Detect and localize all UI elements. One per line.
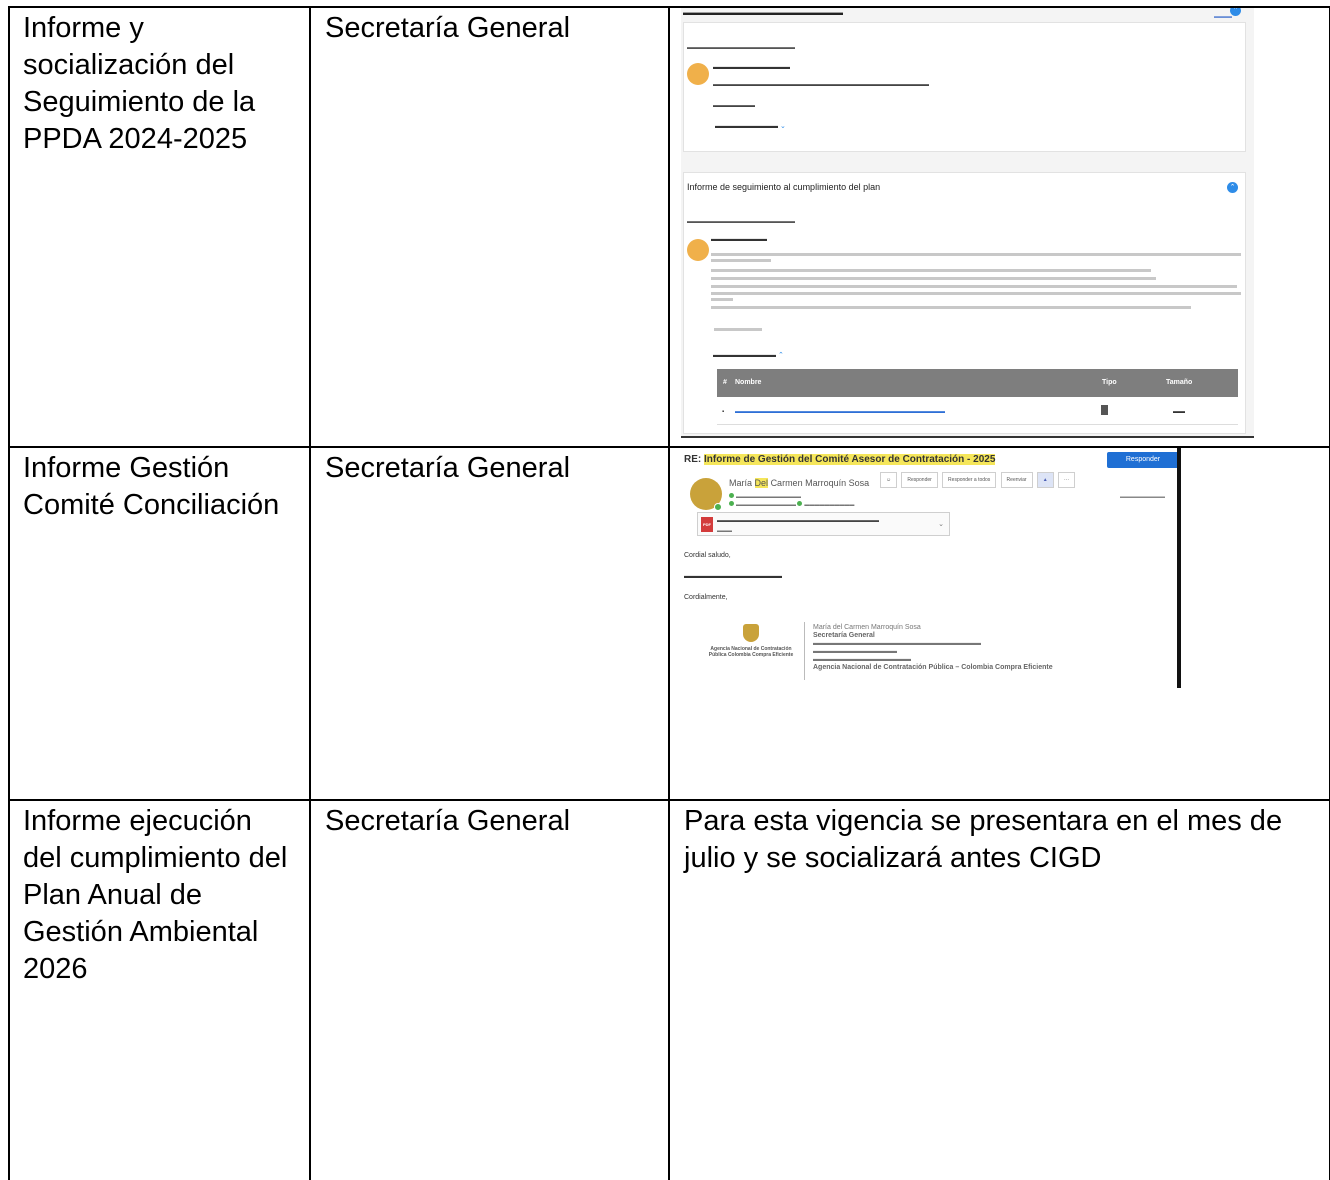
divider (681, 436, 1254, 438)
signature-name: María del Carmen Marroquín Sosa (813, 624, 921, 631)
update-context-blurred: ▬▬▬▬▬▬▬▬▬▬▬▬▬▬▬▬▬▬ (687, 45, 795, 51)
update-text-blurred: ▬▬▬▬▬▬▬▬▬▬▬▬▬▬▬▬▬▬▬▬▬▬▬▬▬▬▬▬▬▬▬▬▬▬▬▬ (713, 82, 929, 88)
email-body-blurred: ▬▬▬▬▬▬▬▬▬▬▬▬▬▬ (684, 573, 782, 580)
description-line-blurred (711, 277, 1156, 280)
chevron-down-icon[interactable]: ⌄ (938, 520, 944, 530)
description-line-blurred (711, 253, 1241, 256)
column-type: Tipo (1102, 379, 1117, 386)
attachment-size-blurred: ▬▬▬ (717, 528, 732, 534)
report-cell: Informe y socialización del Seguimiento … (8, 6, 311, 448)
signature-line-blurred: ▬▬▬▬▬▬▬▬▬▬▬▬ (813, 648, 897, 655)
column-size: Tamaño (1166, 379, 1193, 386)
teams-icon[interactable]: ▲ (1036, 472, 1054, 488)
email-date-blurred: ▬▬▬▬▬▬▬▬▬ (1120, 494, 1165, 500)
update-card: ▬▬▬▬▬▬▬▬▬▬▬▬▬▬▬▬▬▬ ▬▬▬▬▬▬▬▬▬▬▬ ▬▬▬▬▬▬▬▬▬… (683, 22, 1246, 152)
responsible-name: Secretaría General (325, 452, 571, 484)
user-avatar (687, 239, 709, 261)
signature-line-blurred: ▬▬▬▬▬▬▬▬▬▬▬▬▬▬ (813, 656, 911, 663)
email-greeting: Cordial saludo, (684, 552, 731, 559)
email-screenshot: RE: Informe de Gestión del Comité Asesor… (681, 448, 1181, 688)
agency-logo: Agencia Nacional de Contratación Pública… (701, 624, 801, 674)
table-row: Informe Gestión Comité Conciliación Secr… (8, 446, 1330, 801)
report-name: Informe Gestión Comité Conciliación (23, 452, 280, 521)
forward-action[interactable]: Reenviar (1000, 472, 1033, 488)
user-avatar (687, 63, 709, 85)
coat-of-arms-icon (743, 624, 759, 642)
author-name-blurred: ▬▬▬▬▬▬▬▬▬▬▬ (713, 64, 790, 71)
email-closing: Cordialmente, (684, 594, 728, 601)
description-line-blurred (711, 269, 1151, 272)
signature-divider (804, 622, 805, 680)
report-name: Informe y socialización del Seguimiento … (23, 12, 256, 155)
presence-indicator (714, 503, 722, 511)
evidence-text: Para esta vigencia se presentara en el m… (684, 805, 1283, 874)
pdf-file-icon: PDF (701, 517, 713, 532)
responsible-name: Secretaría General (325, 805, 571, 837)
tracking-card-title: Informe de seguimiento al cumplimiento d… (687, 182, 881, 192)
email-signature: María del Carmen Marroquín Sosa Secretar… (813, 624, 1053, 672)
column-number: # (723, 379, 727, 386)
email-attachment[interactable]: PDF ▬▬▬▬▬▬▬▬▬▬▬▬▬▬▬▬▬▬▬▬▬▬▬▬▬▬▬ ▬▬▬ ⌄ (697, 512, 950, 536)
signature-agency: Agencia Nacional de Contratación Pública… (813, 664, 1053, 671)
chevron-down-icon: ⌄ (779, 123, 786, 130)
responsible-cell: Secretaría General (309, 6, 670, 448)
report-table: Informe y socialización del Seguimiento … (8, 6, 1330, 1180)
signature-office: Secretaría General (813, 632, 875, 639)
file-size-blurred: ▬▬ (1173, 409, 1185, 415)
row-number: ▪ (722, 409, 725, 415)
screenshot-title-blurred: ▬▬▬▬▬▬▬▬▬▬▬▬▬▬▬▬▬▬▬▬ (683, 8, 843, 17)
update-date-blurred: ▬▬▬▬▬▬▬ (713, 103, 755, 109)
sender-last-name: Carmen Marroquín Sosa (770, 478, 870, 488)
subject-prefix: RE: (684, 454, 702, 465)
report-cell: Informe ejecución del cumplimiento del P… (8, 799, 311, 1180)
evidence-cell: ▬▬▬▬▬▬▬▬▬▬▬▬▬▬▬▬▬▬▬▬ ▬▬▬ ⌃ ▬▬▬▬▬▬▬▬▬▬▬▬▬… (668, 6, 1330, 448)
report-cell: Informe Gestión Comité Conciliación (8, 446, 311, 801)
signature-line-blurred: ▬▬▬▬▬▬▬▬▬▬▬▬▬▬▬▬▬▬▬▬▬▬▬▬ (813, 640, 981, 647)
chevron-up-icon: ⌃ (777, 352, 784, 359)
column-name: Nombre (735, 379, 762, 386)
screenshot-label-blurred: ▬▬▬ (1214, 14, 1232, 20)
description-line-blurred (711, 285, 1237, 288)
attachment-link-blurred[interactable]: ▬▬▬▬▬▬▬▬▬▬▬▬▬▬▬▬▬▬▬▬▬▬▬▬▬▬▬▬▬▬▬▬▬▬▬ (735, 407, 945, 417)
description-line-blurred (711, 259, 771, 262)
evidence-cell: RE: Informe de Gestión del Comité Asesor… (668, 446, 1330, 801)
agency-logo-text: Agencia Nacional de Contratación Pública… (708, 646, 794, 658)
document-page: Informe y socialización del Seguimiento … (0, 0, 1330, 1180)
responsible-cell: Secretaría General (309, 799, 670, 1180)
table-row: Informe ejecución del cumplimiento del P… (8, 799, 1330, 1180)
subject-highlight: Informe de Gestión del Comité Asesor de … (704, 454, 996, 465)
tracking-report-screenshot: ▬▬▬▬▬▬▬▬▬▬▬▬▬▬▬▬▬▬▬▬ ▬▬▬ ⌃ ▬▬▬▬▬▬▬▬▬▬▬▬▬… (681, 8, 1254, 438)
description-line-blurred (711, 292, 1241, 295)
table-row: Informe y socialización del Seguimiento … (8, 6, 1330, 448)
sender-name-highlight: Del (754, 478, 769, 488)
reply-all-action[interactable]: Responder a todos (942, 472, 997, 488)
attachments-toggle[interactable]: ▬▬▬▬▬▬▬▬▬ ⌄ (715, 122, 786, 132)
expand-icon: ⌃ (1230, 8, 1241, 16)
date-line-blurred (714, 328, 762, 331)
more-options-icon[interactable]: ··· (1057, 472, 1075, 488)
attachments-table-row: ▪ ▬▬▬▬▬▬▬▬▬▬▬▬▬▬▬▬▬▬▬▬▬▬▬▬▬▬▬▬▬▬▬▬▬▬▬ ▬▬ (717, 397, 1238, 425)
tracking-context-blurred: ▬▬▬▬▬▬▬▬▬▬▬▬▬▬▬▬▬▬ (687, 219, 795, 225)
description-line-blurred (711, 306, 1191, 309)
emoji-button[interactable]: ☺ (880, 472, 898, 488)
cc-line-blurred: ▬▬▬▬▬▬▬▬▬▬▬▬ ▬▬▬▬▬▬▬▬▬▬ (729, 500, 854, 510)
attachments-table-header: # Nombre Tipo Tamaño (717, 369, 1238, 397)
author-name-blurred: ▬▬▬▬▬▬▬▬ (711, 236, 767, 243)
responsible-cell: Secretaría General (309, 446, 670, 801)
document-icon (1101, 405, 1108, 415)
email-subject: RE: Informe de Gestión del Comité Asesor… (684, 454, 996, 465)
sender-name: María Del Carmen Marroquín Sosa (729, 478, 869, 488)
responsible-name: Secretaría General (325, 12, 571, 44)
sender-first-name: María (729, 478, 753, 488)
expand-icon: ⌃ (1227, 182, 1238, 193)
reply-button[interactable]: Responder (1107, 452, 1177, 468)
attachment-name-blurred: ▬▬▬▬▬▬▬▬▬▬▬▬▬▬▬▬▬▬▬▬▬▬▬▬▬▬▬ (717, 518, 879, 524)
evidence-cell: Para esta vigencia se presentara en el m… (668, 799, 1330, 1180)
email-actions: ☺ Responder Responder a todos Reenviar ▲… (880, 472, 1077, 488)
reply-action[interactable]: Responder (901, 472, 938, 488)
report-name: Informe ejecución del cumplimiento del P… (23, 805, 288, 985)
description-line-blurred (711, 298, 733, 301)
attachments-toggle[interactable]: ▬▬▬▬▬▬▬▬▬ ⌃ (713, 351, 784, 361)
tracking-card: Informe de seguimiento al cumplimiento d… (683, 172, 1246, 434)
